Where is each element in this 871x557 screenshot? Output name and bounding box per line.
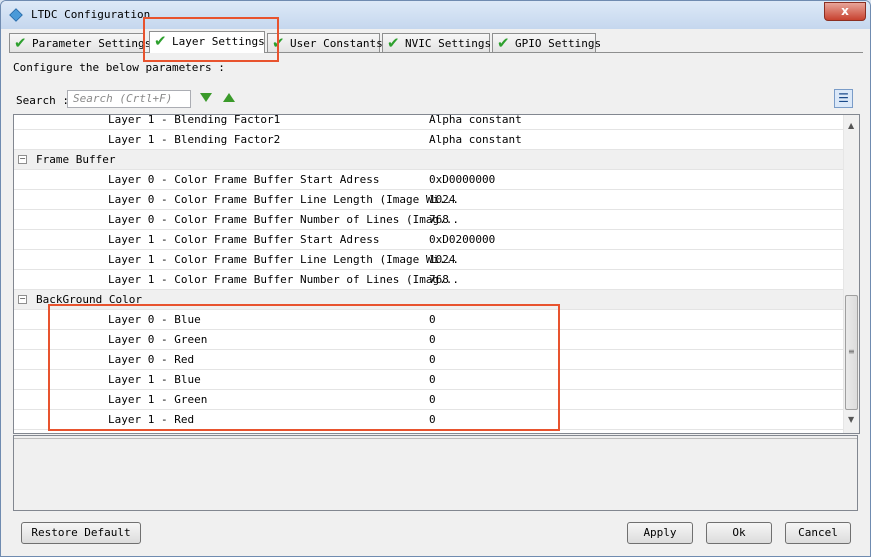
tab-gpio-settings[interactable]: ✔ GPIO Settings bbox=[492, 33, 601, 52]
group-name: Frame Buffer bbox=[36, 153, 116, 166]
parameter-name: Layer 1 - Color Frame Buffer Number of L… bbox=[108, 273, 459, 286]
parameter-value[interactable]: 0xD0000000 bbox=[429, 170, 495, 189]
vertical-scrollbar[interactable]: ▲ ≡ ▼ bbox=[843, 115, 859, 433]
parameter-row[interactable]: Layer 0 - Color Frame Buffer Start Adres… bbox=[14, 170, 843, 190]
parameter-row[interactable]: Layer 1 - Blending Factor1 Alpha constan… bbox=[14, 114, 843, 130]
parameter-value[interactable]: 0 bbox=[429, 310, 436, 329]
ltdc-config-window: LTDC Configuration x ✔ Parameter Setting… bbox=[0, 0, 871, 557]
parameter-value[interactable]: 0 bbox=[429, 370, 436, 389]
tab-bar: ✔ Parameter Settings ✔ Layer Settings ✔ … bbox=[9, 31, 864, 53]
parameter-name: Layer 0 - Color Frame Buffer Line Length… bbox=[108, 193, 459, 206]
parameter-name: Layer 0 - Blue bbox=[108, 313, 201, 326]
tab-label: Layer Settings bbox=[172, 35, 265, 48]
parameter-name: Layer 0 - Color Frame Buffer Start Adres… bbox=[108, 173, 380, 186]
parameter-value[interactable]: 0 bbox=[429, 330, 436, 349]
app-icon bbox=[9, 8, 23, 22]
tab-layer-settings[interactable]: ✔ Layer Settings bbox=[149, 31, 265, 53]
parameter-row[interactable]: Layer 1 - Blending Factor2 Alpha constan… bbox=[14, 130, 843, 150]
scroll-up-icon[interactable]: ▲ bbox=[848, 121, 854, 130]
parameter-name: Layer 1 - Blending Factor1 bbox=[108, 114, 281, 126]
check-icon: ✔ bbox=[14, 34, 27, 52]
cancel-button[interactable]: Cancel bbox=[785, 522, 851, 544]
group-row-background-color[interactable]: − BackGround Color bbox=[14, 290, 843, 310]
parameter-value[interactable]: 768 bbox=[429, 270, 449, 289]
parameter-value[interactable]: Alpha constant bbox=[429, 115, 522, 129]
parameter-row[interactable]: Layer 1 - Color Frame Buffer Start Adres… bbox=[14, 230, 843, 250]
parameter-row[interactable]: Layer 1 - Green 0 bbox=[14, 390, 843, 410]
description-panel bbox=[13, 435, 858, 511]
scroll-thumb[interactable]: ≡ bbox=[845, 295, 858, 410]
parameter-name: Layer 0 - Green bbox=[108, 333, 208, 346]
parameter-row[interactable]: Layer 0 - Color Frame Buffer Number of L… bbox=[14, 210, 843, 230]
parameter-value[interactable]: 768 bbox=[429, 210, 449, 229]
parameter-row[interactable]: Layer 1 - Color Frame Buffer Line Length… bbox=[14, 250, 843, 270]
restore-default-button[interactable]: Restore Default bbox=[21, 522, 141, 544]
parameter-name: Layer 1 - Blue bbox=[108, 373, 201, 386]
parameter-name: Layer 1 - Green bbox=[108, 393, 208, 406]
tab-content: Configure the below parameters : Search … bbox=[9, 52, 863, 555]
scroll-down-icon[interactable]: ▼ bbox=[848, 415, 854, 424]
tab-label: User Constants bbox=[290, 37, 383, 50]
list-view-icon[interactable]: ☰ bbox=[834, 89, 853, 108]
group-row-frame-buffer[interactable]: − Frame Buffer bbox=[14, 150, 843, 170]
parameter-name: Layer 1 - Red bbox=[108, 413, 195, 426]
parameter-row[interactable]: Layer 1 - Blue 0 bbox=[14, 370, 843, 390]
parameter-row[interactable]: Layer 1 - Color Frame Buffer Number of L… bbox=[14, 270, 843, 290]
tab-label: Parameter Settings bbox=[32, 37, 152, 50]
tab-parameter-settings[interactable]: ✔ Parameter Settings bbox=[9, 33, 151, 52]
close-button[interactable]: x bbox=[824, 2, 866, 21]
check-icon: ✔ bbox=[497, 34, 510, 52]
parameter-value[interactable]: 1024 bbox=[429, 250, 456, 269]
tab-nvic-settings[interactable]: ✔ NVIC Settings bbox=[382, 33, 492, 52]
title-bar: LTDC Configuration x bbox=[1, 1, 870, 29]
parameter-value[interactable]: 0xD0200000 bbox=[429, 230, 495, 249]
parameter-name: Layer 1 - Color Frame Buffer Start Adres… bbox=[108, 233, 380, 246]
parameter-value[interactable]: 0 bbox=[429, 350, 436, 369]
tab-label: NVIC Settings bbox=[405, 37, 492, 50]
search-label: Search : bbox=[16, 94, 69, 107]
parameter-row[interactable]: Layer 0 - Color Frame Buffer Line Length… bbox=[14, 190, 843, 210]
check-icon: ✔ bbox=[387, 34, 400, 52]
arrow-up-icon[interactable] bbox=[223, 93, 235, 102]
collapse-icon[interactable]: − bbox=[18, 295, 27, 304]
ok-button[interactable]: Ok bbox=[706, 522, 772, 544]
parameter-value[interactable]: Alpha constant bbox=[429, 130, 522, 149]
parameter-name: Layer 1 - Color Frame Buffer Line Length… bbox=[108, 253, 459, 266]
parameter-row[interactable]: Layer 0 - Red 0 bbox=[14, 350, 843, 370]
parameter-grid: Layer 1 - Blending Factor1 Alpha constan… bbox=[13, 114, 860, 434]
parameter-name: Layer 0 - Color Frame Buffer Number of L… bbox=[108, 213, 459, 226]
grip-icon: ≡ bbox=[848, 347, 855, 356]
configure-label: Configure the below parameters : bbox=[13, 61, 225, 74]
parameter-value[interactable]: 0 bbox=[429, 390, 436, 409]
group-name: BackGround Color bbox=[36, 293, 142, 306]
parameter-name: Layer 0 - Red bbox=[108, 353, 195, 366]
check-icon: ✔ bbox=[154, 32, 167, 50]
parameter-name: Layer 1 - Blending Factor2 bbox=[108, 133, 281, 146]
parameter-row[interactable]: Layer 0 - Blue 0 bbox=[14, 310, 843, 330]
window-title: LTDC Configuration bbox=[31, 8, 151, 21]
apply-button[interactable]: Apply bbox=[627, 522, 693, 544]
check-icon: ✔ bbox=[272, 34, 285, 52]
arrow-down-icon[interactable] bbox=[200, 93, 212, 102]
parameter-value[interactable]: 1024 bbox=[429, 190, 456, 209]
parameter-row[interactable]: Layer 0 - Green 0 bbox=[14, 330, 843, 350]
tab-label: GPIO Settings bbox=[515, 37, 602, 50]
parameter-row[interactable]: Layer 1 - Red 0 bbox=[14, 410, 843, 430]
collapse-icon[interactable]: − bbox=[18, 155, 27, 164]
search-input[interactable]: Search (Crtl+F) bbox=[67, 90, 191, 108]
tab-user-constants[interactable]: ✔ User Constants bbox=[267, 33, 383, 52]
parameter-value[interactable]: 0 bbox=[429, 410, 436, 429]
